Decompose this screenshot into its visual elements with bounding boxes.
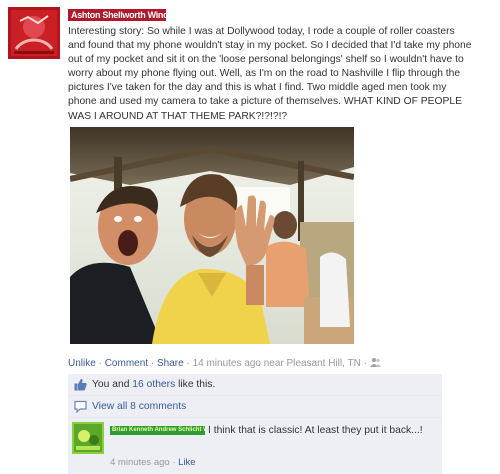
photo-image: [70, 127, 354, 344]
commenter-name-link[interactable]: Brian Kenneth Andrew Schlicht Wiener: [110, 426, 205, 435]
post-actions: Unlike · Comment · Share · 14 minutes ag…: [68, 357, 381, 369]
comment-meta: 4 minutes ago · Like: [110, 457, 196, 468]
view-comments-row[interactable]: View all 8 comments: [68, 396, 442, 418]
post-text: Interesting story: So while I was at Dol…: [68, 26, 472, 122]
comment-item: I think that is classic! At least they p…: [68, 418, 442, 474]
poster-name-link[interactable]: Ashton Shellworth Wind: [68, 9, 166, 21]
view-all-comments-link[interactable]: View all 8 comments: [92, 401, 186, 412]
poster-avatar[interactable]: [8, 7, 60, 59]
likers-link[interactable]: 16 others: [132, 379, 175, 390]
likes-prefix: You and: [92, 379, 130, 390]
separator: ·: [150, 358, 155, 369]
comment-timestamp[interactable]: 4 minutes ago: [110, 457, 170, 468]
separator: ·: [363, 358, 367, 369]
location-link[interactable]: Pleasant Hill, TN: [287, 358, 361, 369]
commenter-avatar-image: [72, 422, 104, 454]
comment-like-link[interactable]: Like: [178, 457, 195, 468]
poster-avatar-image: [8, 7, 60, 59]
likes-suffix: like this.: [178, 379, 216, 390]
thumbs-up-icon: [74, 378, 87, 391]
separator: ·: [186, 358, 190, 369]
speech-bubble-icon: [74, 400, 87, 413]
commenter-avatar[interactable]: [72, 422, 104, 454]
separator: ·: [98, 358, 102, 369]
post-timestamp[interactable]: 14 minutes ago near: [193, 358, 284, 369]
post-photo[interactable]: [70, 127, 354, 344]
unlike-link[interactable]: Unlike: [68, 358, 96, 369]
separator: ·: [172, 457, 176, 468]
likes-row: You and 16 others like this.: [68, 374, 442, 396]
feedback-panel: You and 16 others like this. View all 8 …: [68, 374, 442, 474]
friends-icon[interactable]: [369, 357, 381, 367]
share-link[interactable]: Share: [157, 358, 184, 369]
comment-link[interactable]: Comment: [105, 358, 148, 369]
